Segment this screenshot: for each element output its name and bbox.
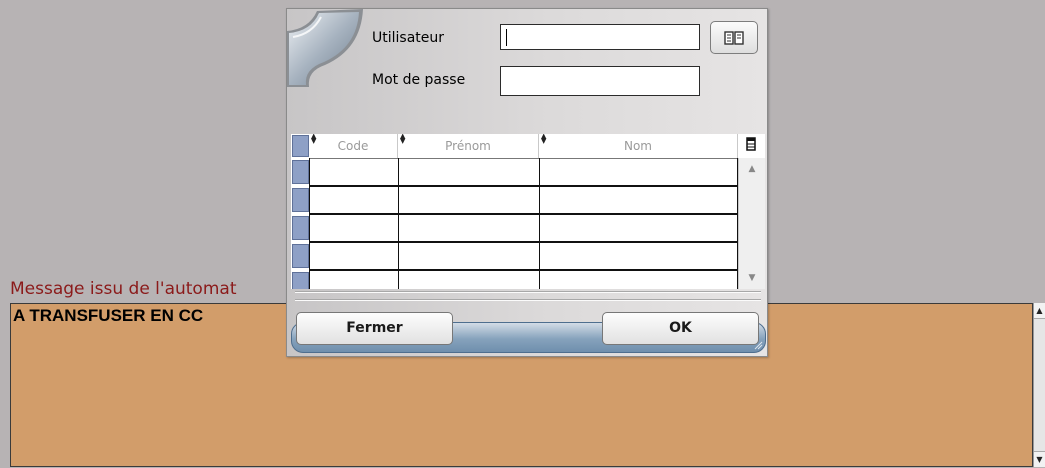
password-label: Mot de passe (372, 72, 466, 88)
password-input[interactable] (501, 67, 699, 95)
row-selector[interactable] (292, 272, 309, 289)
table-row-divider (309, 158, 737, 159)
table-column-divider (398, 158, 399, 289)
lookup-button[interactable] (710, 21, 758, 54)
ok-button[interactable]: OK (602, 312, 759, 345)
close-button[interactable]: Fermer (296, 312, 453, 345)
separator (295, 299, 761, 301)
column-chooser-button[interactable] (738, 134, 765, 158)
table-row-divider (309, 269, 737, 271)
column-header-nom[interactable]: ▲ ▼ Nom (539, 134, 738, 158)
message-text: A TRANSFUSER EN CC (13, 306, 204, 325)
scroll-down-icon[interactable]: ▼ (1034, 451, 1045, 467)
scroll-up-icon[interactable]: ▲ (1034, 303, 1045, 319)
user-input[interactable] (501, 25, 699, 49)
column-header-code[interactable]: ▲ ▼ Code (309, 134, 398, 158)
table-column-divider (309, 158, 310, 289)
message-label: Message issu de l'automat (10, 279, 237, 299)
table-row-divider (309, 213, 737, 215)
table-scrollbar[interactable]: ▲ ▼ (738, 158, 765, 289)
book-icon (724, 30, 744, 45)
separator (295, 291, 761, 293)
row-selector[interactable] (292, 216, 309, 240)
row-selector[interactable] (292, 188, 309, 212)
row-selector[interactable] (292, 160, 309, 184)
table-column-divider (539, 158, 540, 289)
row-selector[interactable] (292, 244, 309, 268)
user-field[interactable] (500, 24, 700, 50)
swoosh-logo-icon (287, 9, 363, 87)
table-row-divider (309, 241, 737, 243)
column-chooser-icon (746, 137, 756, 151)
message-scrollbar[interactable]: ▲ ▼ (1033, 303, 1045, 467)
users-table[interactable]: ▲ ▼ Code ▲ ▼ Prénom ▲ ▼ Nom ▲ ▼ (291, 134, 765, 289)
column-header-prenom[interactable]: ▲ ▼ Prénom (398, 134, 539, 158)
text-caret (506, 29, 507, 46)
user-label: Utilisateur (372, 30, 445, 46)
table-row-divider (309, 185, 737, 187)
header-row-selector[interactable] (292, 135, 309, 157)
scroll-up-icon[interactable]: ▲ (739, 160, 765, 178)
password-field[interactable] (500, 66, 700, 96)
scroll-down-icon[interactable]: ▼ (739, 269, 765, 287)
login-dialog: Utilisateur Mot de passe ▲ ▼ Code ▲ ▼ Prén… (286, 8, 768, 357)
